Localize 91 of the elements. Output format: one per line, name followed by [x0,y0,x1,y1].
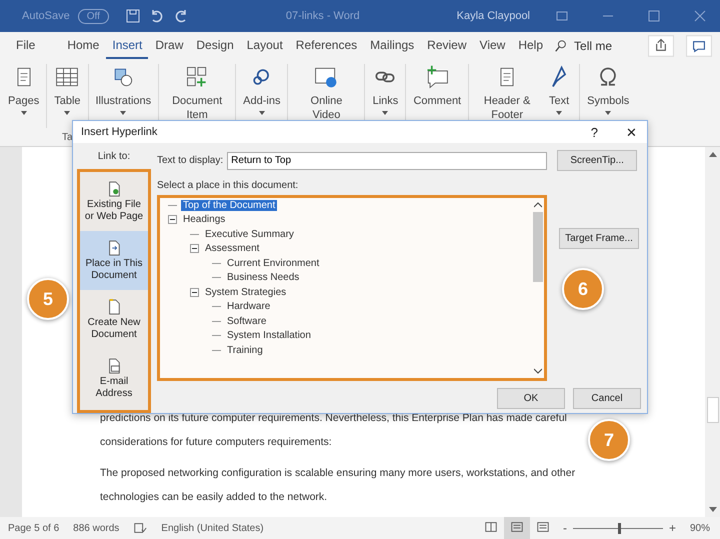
ribbon-tab[interactable]: Draw [149,34,190,58]
scrollbar[interactable] [705,147,720,517]
collapse-icon[interactable] [190,288,199,297]
page-icon [510,520,524,534]
ribbon-tab[interactable]: View [474,34,512,58]
ribbon-button[interactable]: Document Item [162,62,232,124]
zoom-in-button[interactable]: + [668,521,676,535]
tree-item[interactable]: System Strategies [203,286,288,298]
book-icon [484,520,498,534]
caret-icon [556,111,562,115]
target-frame-button[interactable]: Target Frame... [559,228,639,249]
caret-icon [382,111,388,115]
ribbon-tab[interactable]: Home [61,34,106,58]
collapse-icon[interactable] [190,244,199,254]
search-icon[interactable] [554,39,568,53]
ribbon-tab[interactable]: Help [512,34,550,58]
proofing-icon[interactable] [133,521,148,535]
scroll-up-icon[interactable] [534,202,542,208]
tree-item[interactable]: Hardware [225,301,272,312]
user-name[interactable]: Kayla Claypool [456,10,530,22]
zoom-out-button[interactable]: - [562,521,567,535]
redo-icon[interactable] [172,8,189,24]
close-icon[interactable] [692,8,708,24]
document-icon [107,240,121,256]
link-type-button[interactable]: Existing File or Web Page [80,172,148,231]
ribbon-button[interactable]: Symbols [583,62,634,117]
view-button[interactable] [504,516,530,539]
page-count[interactable]: Page 5 of 6 [8,522,60,534]
dialog-title: Insert Hyperlink [81,126,158,138]
cancel-button[interactable]: Cancel [573,388,641,409]
place-label: Select a place in this document: [157,180,300,191]
link-type-button[interactable]: Place in This Document [80,231,148,290]
ribbon-tab[interactable]: References [290,34,364,58]
ribbon-button[interactable]: Illustrations [92,62,156,117]
caret-icon [258,111,265,115]
text-to-display-field[interactable]: Return to Top [227,152,548,170]
scroll-down-icon[interactable] [708,507,716,513]
place-tree[interactable]: Top of the Document Headings Executive Summary Assessment Current Environment Business Needs System Strategies Hardware Software System Installation Training [157,195,547,381]
link-to-label: Link to: [98,151,130,162]
ribbon-button[interactable]: Links [368,62,402,117]
text-to-display-label: Text to display: [157,155,224,166]
ribbon-tab[interactable]: Mailings [364,34,420,58]
close-button[interactable]: ✕ [626,124,637,140]
ribbon-button[interactable]: Comment [409,62,466,110]
paragraph: predictions on its future computer requirements. Nevertheless, this Enterprise Plan has made careful considerations for future computers requirements: [100,411,568,450]
link-type-button[interactable]: E-mail Address [80,349,148,408]
ok-button[interactable]: OK [497,388,565,409]
document-icon [107,298,121,314]
paragraph: The proposed networking configuration is scalable ensuring many more users, workstations, and other technologies can be easily added to the network. [100,466,576,505]
caret-icon [64,111,70,115]
tree-item[interactable]: Current Environment [225,258,322,269]
maximize-icon[interactable] [646,8,662,24]
scroll-up-icon[interactable] [708,151,716,157]
ribbon-button[interactable]: Pages [4,62,44,117]
ribbon-button[interactable]: Add-ins [239,62,284,117]
scroll-thumb[interactable] [706,397,718,423]
zoom-level[interactable]: 90% [690,522,710,534]
language[interactable]: English (United States) [161,522,264,534]
ribbon-button[interactable]: Table [50,62,84,117]
collapse-icon[interactable] [168,215,177,224]
help-button[interactable]: ? [590,124,598,140]
ribbon-tab[interactable]: File [10,34,42,58]
comment-icon[interactable] [686,35,712,57]
tree-item[interactable]: System Installation [225,330,313,342]
ribbon-tab[interactable]: Design [190,34,240,58]
tree-item[interactable]: Assessment [203,243,262,254]
tree-item[interactable]: Software [225,316,268,327]
web-icon [536,520,550,534]
tree-item[interactable]: Business Needs [225,272,302,284]
link-type-button[interactable]: Create New Document [80,290,148,349]
tell-me-field[interactable]: Tell me [574,39,612,53]
scroll-thumb[interactable] [533,212,543,282]
document-icon [107,180,121,196]
window-title: 07-links - Word [284,10,361,22]
group-label: Ta [62,132,73,143]
ribbon-tab[interactable]: Layout [240,34,289,58]
screentip-button[interactable]: ScreenTip... [557,150,638,171]
tree-item[interactable]: Executive Summary [203,228,296,240]
save-icon[interactable] [124,8,141,24]
share-icon[interactable] [648,35,674,57]
ribbon-tab[interactable]: Review [421,34,473,58]
caret-icon [120,111,126,115]
tree-item[interactable]: Top of the Document [181,200,278,211]
caret-icon [20,111,27,115]
tree-item[interactable]: Headings [181,214,228,226]
scroll-down-icon[interactable] [534,368,542,374]
autosave-label: AutoSave [22,10,70,22]
caret-icon [605,111,612,115]
tree-item[interactable]: Training [225,344,265,356]
ribbon-button[interactable]: Text [542,62,576,117]
word-count[interactable]: 886 words [73,522,120,534]
